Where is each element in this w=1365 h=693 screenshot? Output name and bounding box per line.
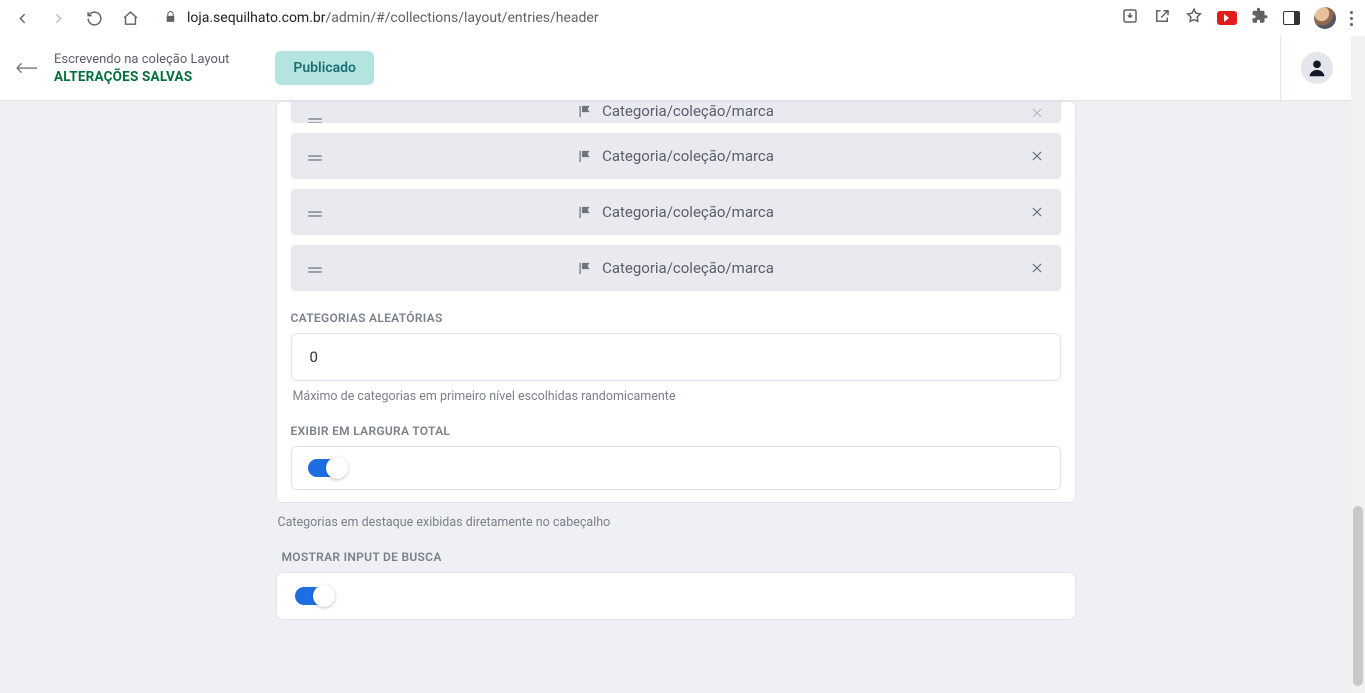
random-categories-hint: Máximo de categorias em primeiro nível e… [293, 389, 1061, 404]
drag-handle-icon[interactable] [303, 211, 327, 213]
nav-home-button[interactable] [116, 4, 144, 32]
share-icon[interactable] [1153, 7, 1171, 29]
nav-reload-button[interactable] [80, 4, 108, 32]
cms-back-button[interactable] [0, 62, 54, 74]
random-categories-label: CATEGORIAS ALEATÓRIAS [291, 311, 1061, 325]
flag-icon [577, 149, 592, 164]
list-item[interactable]: Categoria/coleção/marca [291, 245, 1061, 291]
list-item-label: Categoria/coleção/marca [602, 102, 774, 120]
app-viewport: Escrevendo na coleção Layout ALTERAÇÕES … [0, 36, 1351, 693]
list-item[interactable]: Categoria/coleção/marca [291, 133, 1061, 179]
form-column: Categoria/coleção/marca Categoria/co [276, 101, 1076, 660]
show-search-label: MOSTRAR INPUT DE BUSCA [282, 550, 1076, 564]
status-pill[interactable]: Publicado [275, 51, 374, 85]
extensions-icon[interactable] [1251, 7, 1269, 29]
list-item-label: Categoria/coleção/marca [602, 203, 774, 221]
featured-categories-card: Categoria/coleção/marca Categoria/co [276, 101, 1076, 503]
full-width-widget [291, 446, 1061, 490]
list-item[interactable]: Categoria/coleção/marca [291, 189, 1061, 235]
flag-icon [577, 104, 592, 119]
url-path: /admin/#/collections/layout/entries/head… [326, 10, 599, 26]
list-item-label: Categoria/coleção/marca [602, 259, 774, 277]
star-icon[interactable] [1185, 7, 1203, 29]
side-panel-icon[interactable] [1283, 11, 1300, 25]
profile-avatar[interactable] [1314, 7, 1336, 29]
drag-handle-icon[interactable] [303, 155, 327, 157]
url-text: loja.sequilhato.com.br/admin/#/collectio… [187, 10, 599, 26]
remove-row-button[interactable] [1025, 149, 1049, 163]
toolbar-center: Publicado [275, 51, 374, 85]
browser-chrome: loja.sequilhato.com.br/admin/#/collectio… [0, 0, 1365, 37]
breadcrumb: Escrevendo na coleção Layout ALTERAÇÕES … [54, 52, 229, 85]
full-width-toggle[interactable] [308, 459, 346, 477]
toolbar-divider [1280, 36, 1281, 100]
cms-toolbar: Escrevendo na coleção Layout ALTERAÇÕES … [0, 36, 1351, 101]
show-search-toggle[interactable] [295, 587, 333, 605]
youtube-ext-icon[interactable] [1217, 11, 1237, 25]
remove-row-button[interactable] [1025, 205, 1049, 219]
user-avatar-button[interactable] [1301, 52, 1333, 84]
url-bar[interactable]: loja.sequilhato.com.br/admin/#/collectio… [152, 9, 1113, 28]
content-area: Categoria/coleção/marca Categoria/co [0, 101, 1351, 693]
full-width-label: EXIBIR EM LARGURA TOTAL [291, 424, 1061, 438]
list-item[interactable]: Categoria/coleção/marca [291, 102, 1061, 123]
show-search-widget [276, 572, 1076, 620]
breadcrumb-line1: Escrevendo na coleção Layout [54, 52, 229, 67]
random-categories-value: 0 [310, 348, 318, 366]
drag-handle-icon[interactable] [303, 118, 327, 120]
featured-categories-hint: Categorias em destaque exibidas diretame… [278, 515, 1076, 530]
chrome-right-icons [1121, 7, 1357, 29]
nav-forward-button[interactable] [44, 4, 72, 32]
window-scrollbar[interactable] [1351, 36, 1365, 693]
drag-handle-icon[interactable] [303, 267, 327, 269]
flag-icon [577, 205, 592, 220]
remove-row-button[interactable] [1025, 261, 1049, 275]
chrome-menu-button[interactable] [1350, 11, 1353, 26]
flag-icon [577, 261, 592, 276]
nav-back-button[interactable] [8, 4, 36, 32]
breadcrumb-status: ALTERAÇÕES SALVAS [54, 69, 229, 85]
list-item-label: Categoria/coleção/marca [602, 147, 774, 165]
install-icon[interactable] [1121, 7, 1139, 29]
remove-row-button[interactable] [1025, 106, 1049, 120]
random-categories-input[interactable]: 0 [291, 333, 1061, 381]
lock-icon [164, 9, 177, 28]
scrollbar-thumb[interactable] [1353, 506, 1363, 686]
url-host: loja.sequilhato.com.br [187, 10, 326, 26]
category-rows: Categoria/coleção/marca Categoria/co [291, 102, 1061, 291]
toolbar-right [1280, 36, 1351, 100]
